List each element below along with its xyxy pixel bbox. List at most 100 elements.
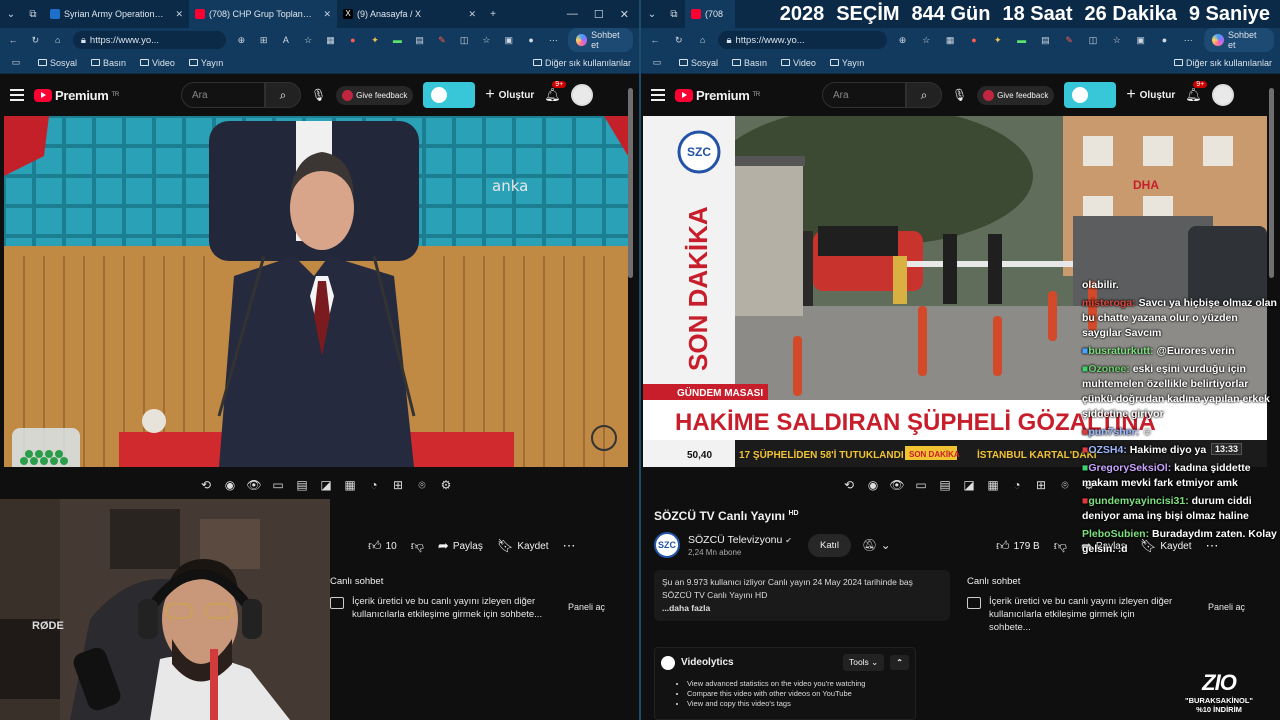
tab-syrian-army[interactable]: Syrian Army Operations Comm ✕ (44, 0, 189, 28)
extension-red-icon[interactable]: ● (346, 32, 360, 48)
microphone-icon[interactable]: 🎙︎ (952, 88, 967, 102)
channel-avatar[interactable]: SZC (654, 532, 680, 558)
reader-icon[interactable]: ⊕ (895, 32, 911, 48)
clip-icon[interactable]: ▤ (294, 478, 310, 493)
favorites-icon[interactable]: ☆ (1109, 32, 1125, 48)
mini-player-icon[interactable]: ◪ (318, 478, 334, 493)
notifications-bell-icon[interactable]: 🔔︎ 9+ (1185, 81, 1208, 103)
extension-yellow-icon[interactable]: ✦ (368, 32, 382, 48)
search-icon[interactable]: ⌕ (905, 82, 942, 108)
url-field[interactable]: 🔒︎ https://www.yo... (718, 31, 887, 49)
notifications-bell-icon[interactable]: 🔔︎ 9+ (544, 81, 567, 103)
bookmark-folder-sosyal[interactable]: Sosyal (679, 58, 718, 68)
give-feedback-button[interactable]: Give feedback (977, 85, 1055, 105)
collapse-icon[interactable]: ⌃ (890, 655, 909, 670)
account-avatar[interactable] (570, 84, 593, 106)
tab-actions-icon[interactable]: ⌄ (641, 0, 663, 28)
like-button[interactable]: 👍︎ 179 B (996, 538, 1040, 554)
more-menu-icon[interactable]: ⋯ (546, 32, 560, 48)
speed-icon[interactable]: ◔ (1009, 478, 1025, 493)
create-button[interactable]: + Oluştur (485, 86, 534, 104)
mini-player-icon[interactable]: ◪ (961, 478, 977, 493)
like-button[interactable]: 👍︎ 10 (368, 538, 397, 554)
bookmark-folder-video[interactable]: Video (140, 58, 175, 68)
apps-icon[interactable]: ⊞ (257, 32, 271, 48)
more-menu-icon[interactable]: ⋯ (1180, 32, 1196, 48)
extension-icon[interactable]: ▦ (323, 32, 337, 48)
add-icon[interactable]: ⊞ (1033, 478, 1049, 493)
tab-x-anasayfa[interactable]: X (9) Anasayfa / X ✕ (337, 0, 482, 28)
bookmark-folder-basin[interactable]: Basın (732, 58, 767, 68)
new-tab-icon[interactable]: + (482, 0, 504, 28)
channel-name[interactable]: SÖZCÜ Televizyonu (688, 534, 782, 546)
back-icon[interactable]: ← (6, 32, 20, 48)
close-tab-icon[interactable]: ✕ (462, 9, 476, 20)
reader-icon[interactable]: ⊕ (234, 32, 248, 48)
view-icon[interactable]: 👁︎ (246, 478, 262, 493)
extension-toggle[interactable] (1064, 82, 1117, 108)
microphone-icon[interactable]: 🎙︎ (311, 88, 326, 102)
collections-icon[interactable]: ▣ (1133, 32, 1149, 48)
tools-dropdown[interactable]: Tools ⌄ (842, 654, 885, 671)
search-icon[interactable]: ⌕ (264, 82, 301, 108)
split-screen-icon[interactable]: ◫ (1085, 32, 1101, 48)
extension-red-icon[interactable]: ● (966, 32, 982, 48)
avatar-icon[interactable]: ● (1157, 32, 1173, 48)
page-scrollbar[interactable] (1269, 88, 1274, 278)
extension-folder-icon[interactable]: ▤ (412, 32, 426, 48)
account-avatar[interactable] (1211, 84, 1234, 106)
add-icon[interactable]: ⊞ (390, 478, 406, 493)
join-button[interactable]: Katıl (808, 534, 852, 557)
bookmark-folder-basin[interactable]: Basın (91, 58, 126, 68)
workspaces-icon[interactable]: ⧉ (22, 0, 44, 28)
workspaces-icon[interactable]: ⧉ (663, 0, 685, 28)
bookmark-folder-sosyal[interactable]: Sosyal (38, 58, 77, 68)
back-icon[interactable]: ← (647, 32, 663, 48)
bookmark-folder-other[interactable]: Diğer sık kullanılanlar (532, 58, 631, 68)
bookmark-folder-other[interactable]: Diğer sık kullanılanlar (1173, 58, 1272, 68)
favorite-star-icon[interactable]: ☆ (918, 32, 934, 48)
url-field[interactable]: 🔒︎ https://www.yo... (72, 31, 227, 49)
extension-green-icon[interactable]: ▬ (390, 32, 404, 48)
youtube-premium-logo[interactable]: Premium TR (34, 88, 119, 103)
save-button[interactable]: 🔖︎ Kaydet (497, 538, 549, 554)
favorite-star-icon[interactable]: ☆ (301, 32, 315, 48)
settings-gear-icon[interactable]: ⚙︎ (438, 478, 454, 493)
screenshot-icon[interactable]: ⌾ (1057, 478, 1073, 493)
extension-pen-icon[interactable]: ✎ (1061, 32, 1077, 48)
extension-toggle[interactable] (423, 82, 476, 108)
minimize-icon[interactable]: — (567, 8, 578, 21)
audio-icon[interactable]: ◉ (865, 478, 881, 493)
copilot-chat-button[interactable]: Sohbet et (568, 28, 634, 52)
bookmark-folder-yayin[interactable]: Yayın (829, 58, 864, 68)
bookmark-folder-video[interactable]: Video (781, 58, 816, 68)
open-panel-button[interactable]: Paneli aç (568, 602, 605, 612)
close-tab-icon[interactable]: ✕ (317, 9, 331, 20)
extension-folder-icon[interactable]: ▤ (1037, 32, 1053, 48)
collections-icon[interactable]: ▣ (502, 32, 516, 48)
subscription-bell-icon[interactable]: 🔕︎ ⌄ (862, 538, 891, 552)
refresh-icon[interactable]: ↻ (28, 32, 42, 48)
page-scrollbar[interactable] (628, 88, 633, 278)
captions-icon[interactable]: ▦ (342, 478, 358, 493)
menu-icon[interactable] (10, 89, 24, 101)
tab-chp-grup[interactable]: (708 (685, 0, 735, 28)
copilot-chat-button[interactable]: Sohbet et (1204, 28, 1275, 52)
split-screen-icon[interactable]: ◫ (457, 32, 471, 48)
bookmark-list-icon[interactable]: ▭ (649, 55, 665, 71)
dislike-button[interactable]: 👎︎ (1054, 538, 1067, 554)
maximize-icon[interactable]: ☐ (594, 8, 604, 21)
menu-icon[interactable] (651, 89, 665, 101)
youtube-premium-logo[interactable]: Premium TR (675, 88, 760, 103)
extension-green-icon[interactable]: ▬ (1014, 32, 1030, 48)
more-actions-icon[interactable]: ⋯ (563, 538, 576, 554)
theater-icon[interactable]: ▭ (913, 478, 929, 493)
screenshot-icon[interactable]: ⌾ (414, 478, 430, 493)
video-player[interactable]: anka (4, 116, 628, 467)
channel-info[interactable]: SZC SÖZCÜ Televizyonu ✔ 2,24 Mn abone (654, 532, 792, 558)
theater-icon[interactable]: ▭ (270, 478, 286, 493)
close-window-icon[interactable]: ✕ (620, 8, 629, 21)
read-aloud-icon[interactable]: A (279, 32, 293, 48)
loop-icon[interactable]: ⟲ (841, 478, 857, 493)
home-icon[interactable]: ⌂ (51, 32, 65, 48)
